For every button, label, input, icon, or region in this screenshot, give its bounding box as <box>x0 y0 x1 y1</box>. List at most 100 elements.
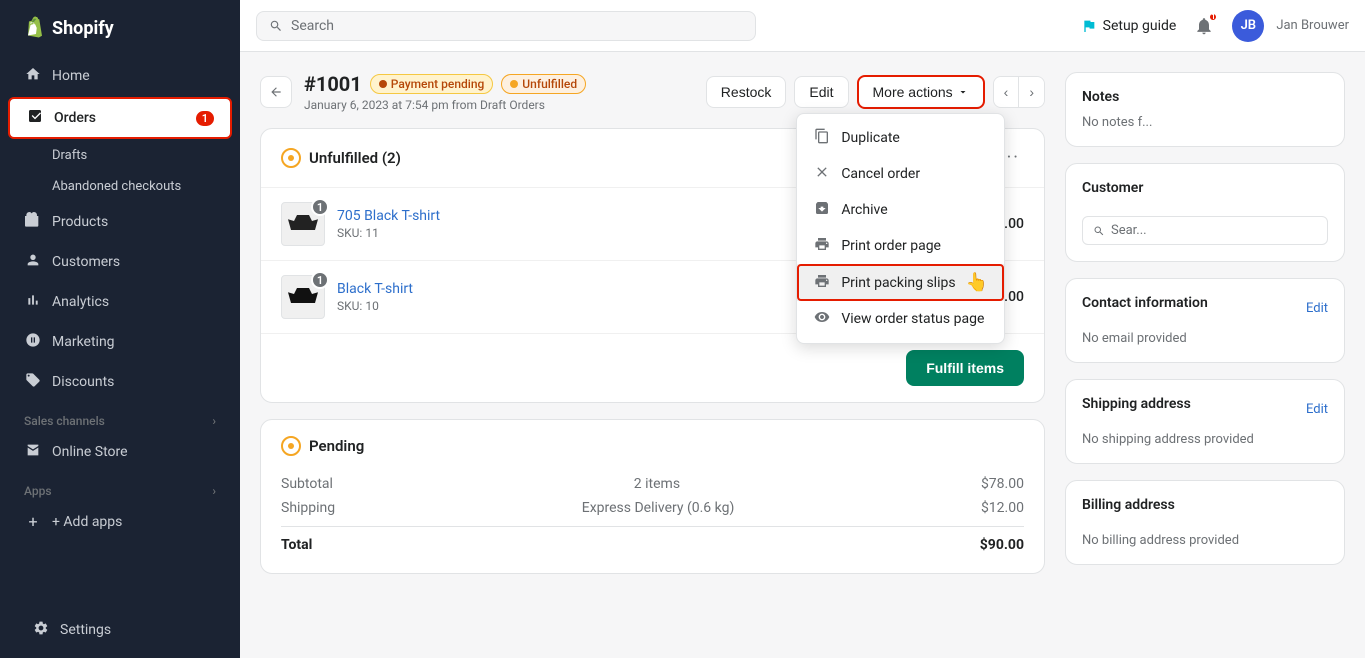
setup-guide-button[interactable]: Setup guide <box>1081 18 1177 34</box>
dropdown-duplicate-label: Duplicate <box>841 130 900 146</box>
customers-icon <box>24 252 42 272</box>
order-actions: Restock Edit More actions Duplicate <box>706 75 1045 109</box>
brand-name: shopify <box>52 18 114 39</box>
fulfillment-status-badge: Unfulfilled <box>501 74 586 94</box>
pending-shipping-row: Shipping Express Delivery (0.6 kg) $12.0… <box>281 496 1024 520</box>
contact-title: Contact information <box>1082 295 1208 311</box>
more-actions-dropdown: Duplicate Cancel order Arc <box>796 113 1005 344</box>
dropdown-print-order-label: Print order page <box>841 238 941 254</box>
restock-button[interactable]: Restock <box>706 76 787 108</box>
nav-discounts[interactable]: Discounts <box>8 363 232 401</box>
archive-icon <box>813 200 831 220</box>
item-quantity-badge-2: 1 <box>311 271 329 289</box>
pending-status-icon <box>281 436 301 456</box>
dropdown-archive-label: Archive <box>841 202 887 218</box>
sidebar: shopify Home Orders 1 Drafts Abandoned c… <box>0 0 240 658</box>
nav-home-label: Home <box>52 68 90 84</box>
contact-edit-button[interactable]: Edit <box>1306 301 1328 316</box>
nav-products[interactable]: Products <box>8 203 232 241</box>
discounts-icon <box>24 372 42 392</box>
nav-marketing[interactable]: Marketing <box>8 323 232 361</box>
nav-orders[interactable]: Orders 1 <box>8 97 232 139</box>
topbar: Search Setup guide 1 JB Jan Brouwer <box>240 0 1365 52</box>
prev-order-button[interactable]: ‹ <box>994 77 1020 107</box>
contact-header: Contact information Edit <box>1082 295 1328 321</box>
fulfill-btn-area: Fulfill items <box>261 334 1044 402</box>
nav-settings-label: Settings <box>60 622 111 638</box>
status-icon <box>281 148 301 168</box>
nav-sub-drafts[interactable]: Drafts <box>8 141 232 170</box>
notes-card: Notes No notes f... <box>1065 72 1345 147</box>
order-header: #1001 Payment pending Unfulfilled Januar… <box>260 72 1045 112</box>
notes-empty: No notes f... <box>1082 115 1328 130</box>
order-number-row: #1001 Payment pending Unfulfilled <box>304 72 586 96</box>
cancel-icon <box>813 164 831 184</box>
nav-home[interactable]: Home <box>8 57 232 95</box>
logo[interactable]: shopify <box>0 0 240 56</box>
user-avatar[interactable]: JB <box>1232 10 1264 42</box>
item-quantity-badge-1: 1 <box>311 198 329 216</box>
pending-total-row: Total $90.00 <box>281 526 1024 557</box>
add-apps-icon: + <box>24 512 42 531</box>
dropdown-print-order[interactable]: Print order page <box>797 228 1004 264</box>
billing-header: Billing address <box>1082 497 1328 523</box>
notification-badge: 1 <box>1208 12 1218 22</box>
nav-analytics-label: Analytics <box>52 294 109 310</box>
topbar-search[interactable]: Search <box>256 11 756 41</box>
setup-guide-label: Setup guide <box>1103 18 1177 34</box>
nav-online-store[interactable]: Online Store <box>8 433 232 471</box>
more-actions-button[interactable]: More actions <box>857 75 985 109</box>
print-order-icon <box>813 236 831 256</box>
dropdown-archive[interactable]: Archive <box>797 192 1004 228</box>
products-icon <box>24 212 42 232</box>
user-name: Jan Brouwer <box>1276 18 1349 33</box>
pending-card-header: Pending <box>261 420 1044 472</box>
customer-search[interactable]: Sear... <box>1082 216 1328 245</box>
shipping-header: Shipping address Edit <box>1082 396 1328 422</box>
orders-icon <box>26 108 44 128</box>
shipping-edit-button[interactable]: Edit <box>1306 402 1328 417</box>
payment-status-badge: Payment pending <box>370 74 494 94</box>
status-icon-inner <box>288 155 294 161</box>
dropdown-print-packing[interactable]: Print packing slips 👆 <box>797 264 1004 301</box>
item-image-wrap: 1 <box>281 202 325 246</box>
nav-marketing-label: Marketing <box>52 334 115 350</box>
dropdown-view-status[interactable]: View order status page <box>797 301 1004 337</box>
duplicate-icon <box>813 128 831 148</box>
billing-card: Billing address No billing address provi… <box>1065 480 1345 565</box>
nav-customers[interactable]: Customers <box>8 243 232 281</box>
dropdown-view-status-label: View order status page <box>841 311 984 327</box>
nav-settings[interactable]: Settings <box>16 611 224 649</box>
fulfill-items-button[interactable]: Fulfill items <box>906 350 1024 386</box>
nav-sub-abandoned[interactable]: Abandoned checkouts <box>8 172 232 201</box>
topbar-right: Setup guide 1 JB Jan Brouwer <box>1081 10 1349 42</box>
view-status-icon <box>813 309 831 329</box>
edit-button[interactable]: Edit <box>794 76 848 108</box>
apps-section: Apps › <box>8 472 232 502</box>
nav-add-apps-label: + Add apps <box>52 514 122 530</box>
order-sidebar: Notes No notes f... Customer Sear... Con… <box>1065 72 1345 638</box>
shipping-title: Shipping address <box>1082 396 1191 412</box>
orders-badge: 1 <box>196 111 214 126</box>
dropdown-cancel[interactable]: Cancel order <box>797 156 1004 192</box>
customer-card-header: Customer <box>1082 180 1328 206</box>
nav-add-apps[interactable]: + + Add apps <box>8 503 232 540</box>
order-main: #1001 Payment pending Unfulfilled Januar… <box>260 72 1045 638</box>
billing-empty: No billing address provided <box>1082 533 1328 548</box>
notifications-button[interactable]: 1 <box>1188 10 1220 42</box>
shipping-card: Shipping address Edit No shipping addres… <box>1065 379 1345 464</box>
next-order-button[interactable]: › <box>1019 77 1044 107</box>
order-subtitle: January 6, 2023 at 7:54 pm from Draft Or… <box>304 98 586 112</box>
back-button[interactable] <box>260 76 292 108</box>
notes-title: Notes <box>1082 89 1328 105</box>
order-number: #1001 <box>304 72 362 96</box>
dropdown-print-packing-label: Print packing slips <box>841 275 955 291</box>
cursor-icon: 👆 <box>966 272 988 293</box>
nav-orders-label: Orders <box>54 110 96 126</box>
dropdown-duplicate[interactable]: Duplicate <box>797 120 1004 156</box>
print-packing-icon <box>813 273 831 293</box>
sales-channels-section: Sales channels › <box>8 402 232 432</box>
nav-analytics[interactable]: Analytics <box>8 283 232 321</box>
dropdown-cancel-label: Cancel order <box>841 166 920 182</box>
pending-subtotal-row: Subtotal 2 items $78.00 <box>281 472 1024 496</box>
